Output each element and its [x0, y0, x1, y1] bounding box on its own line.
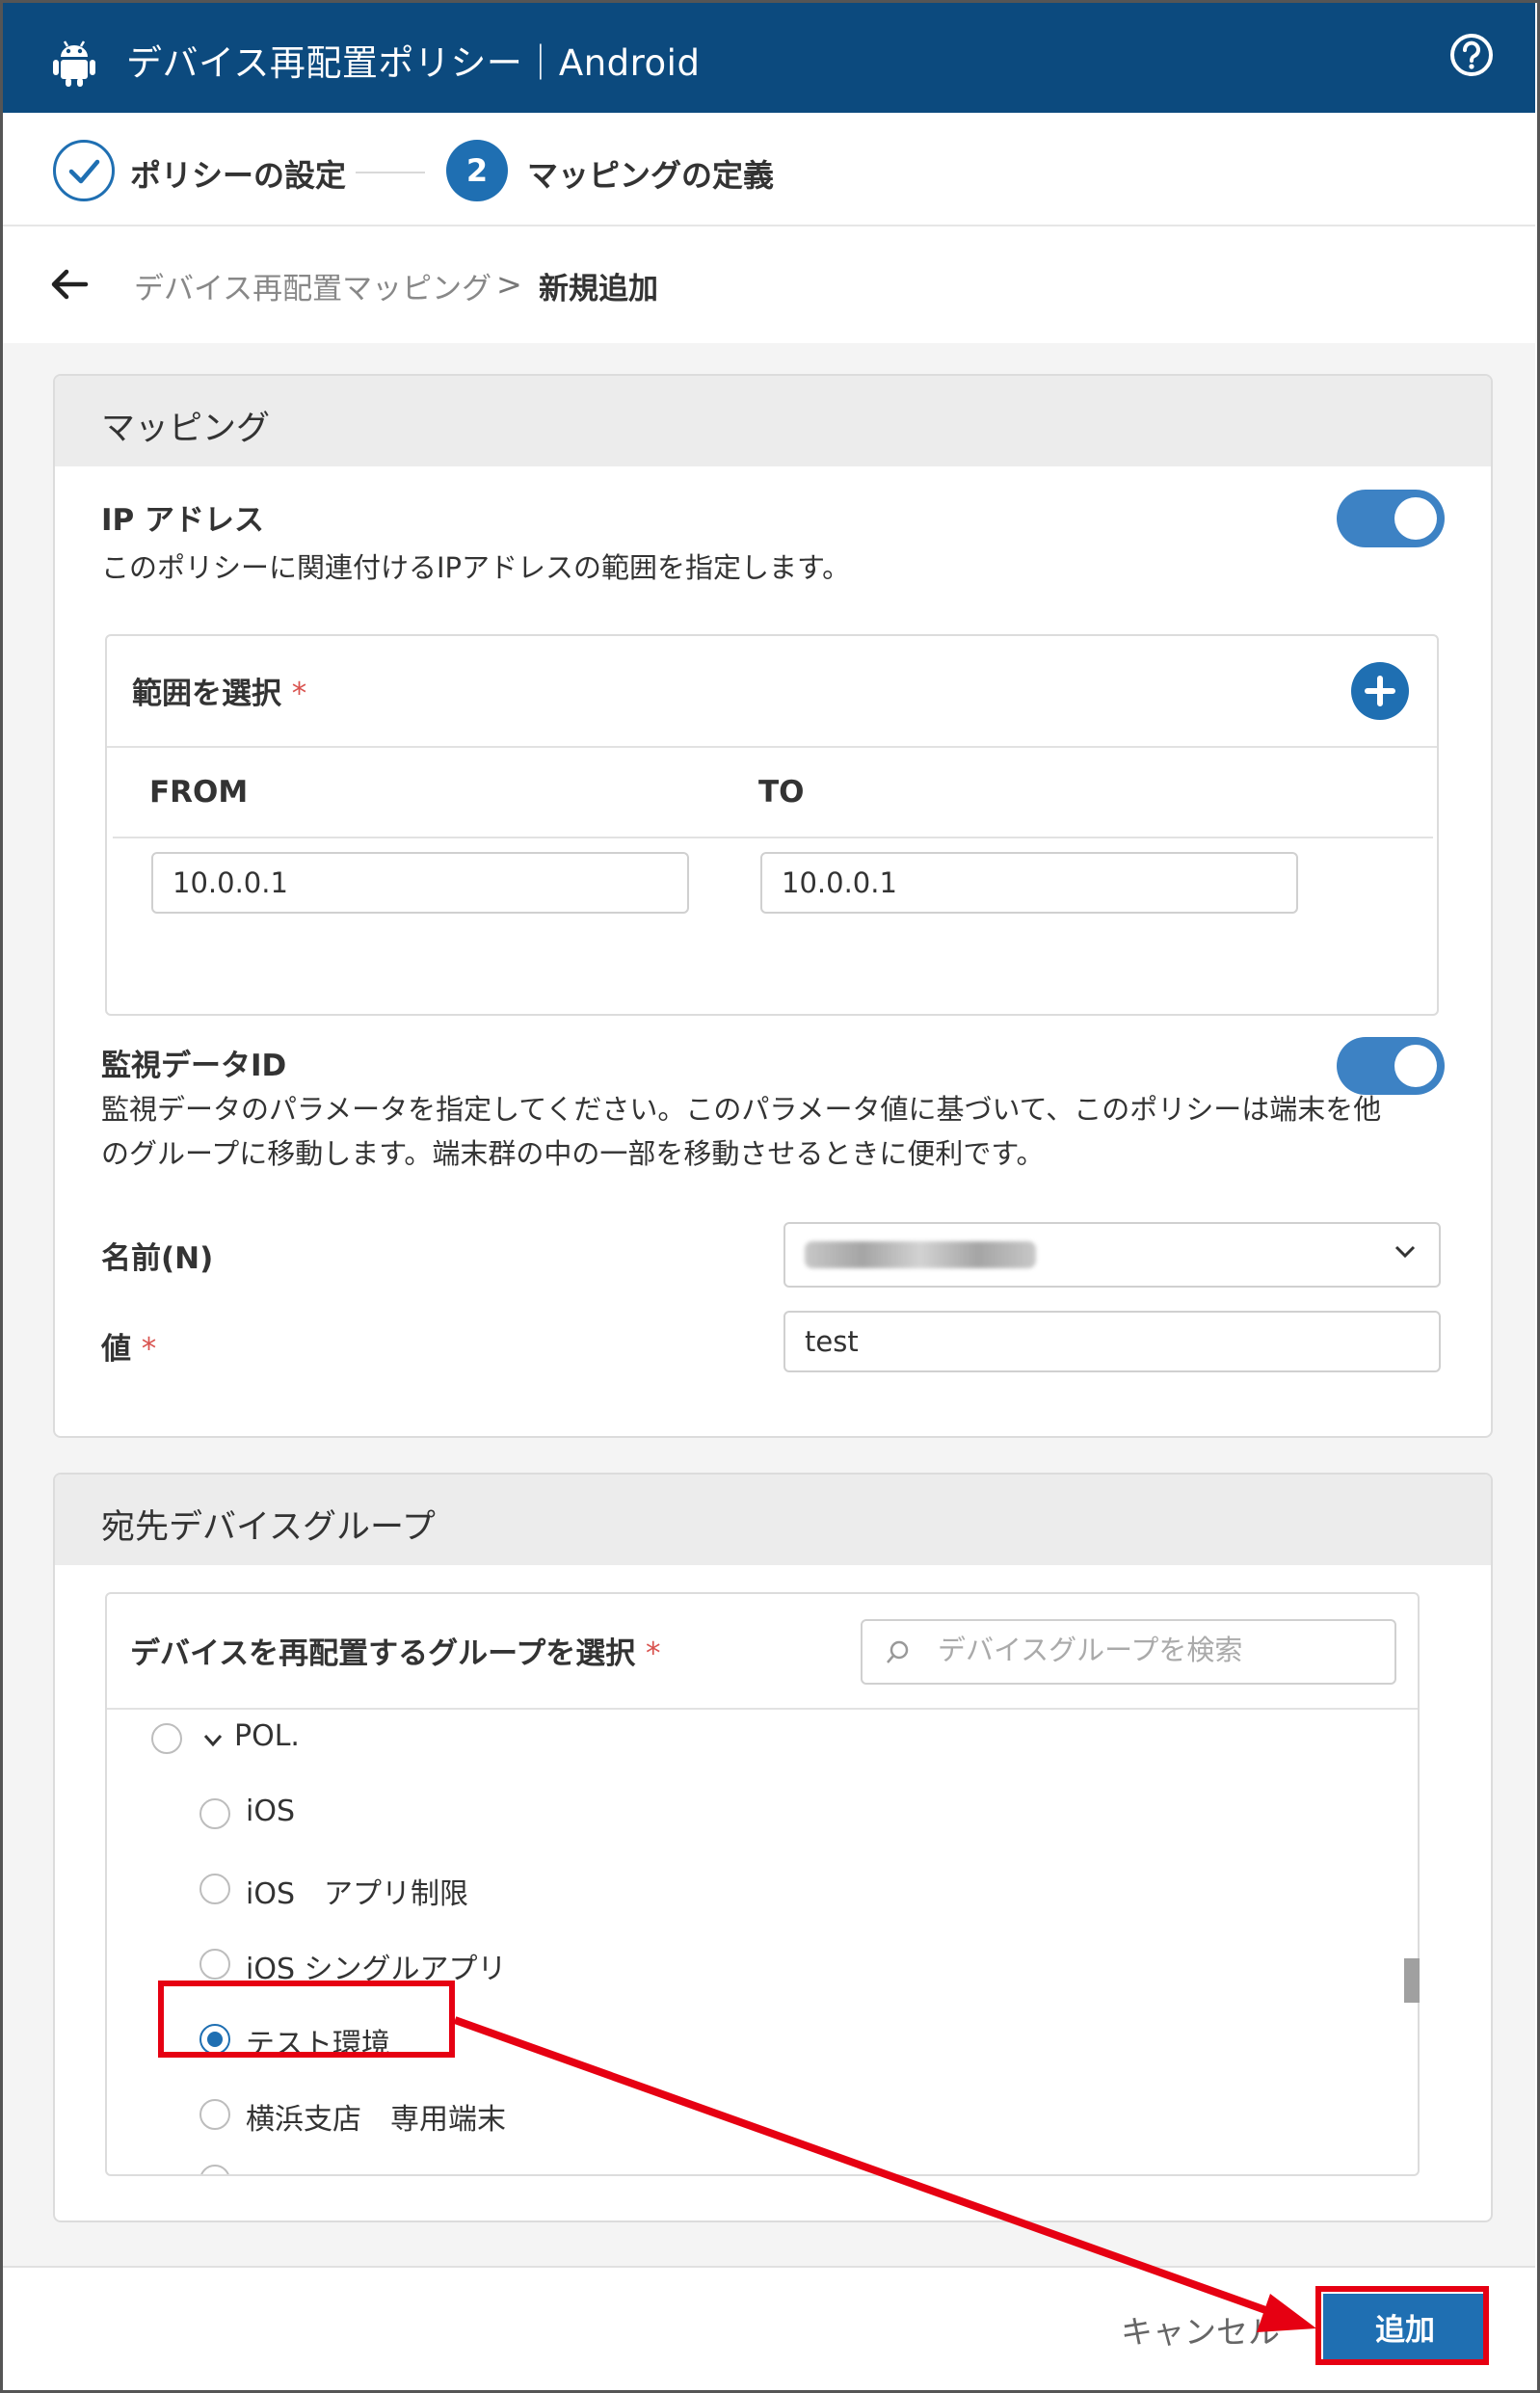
annotation-arrow [453, 2016, 1316, 2332]
